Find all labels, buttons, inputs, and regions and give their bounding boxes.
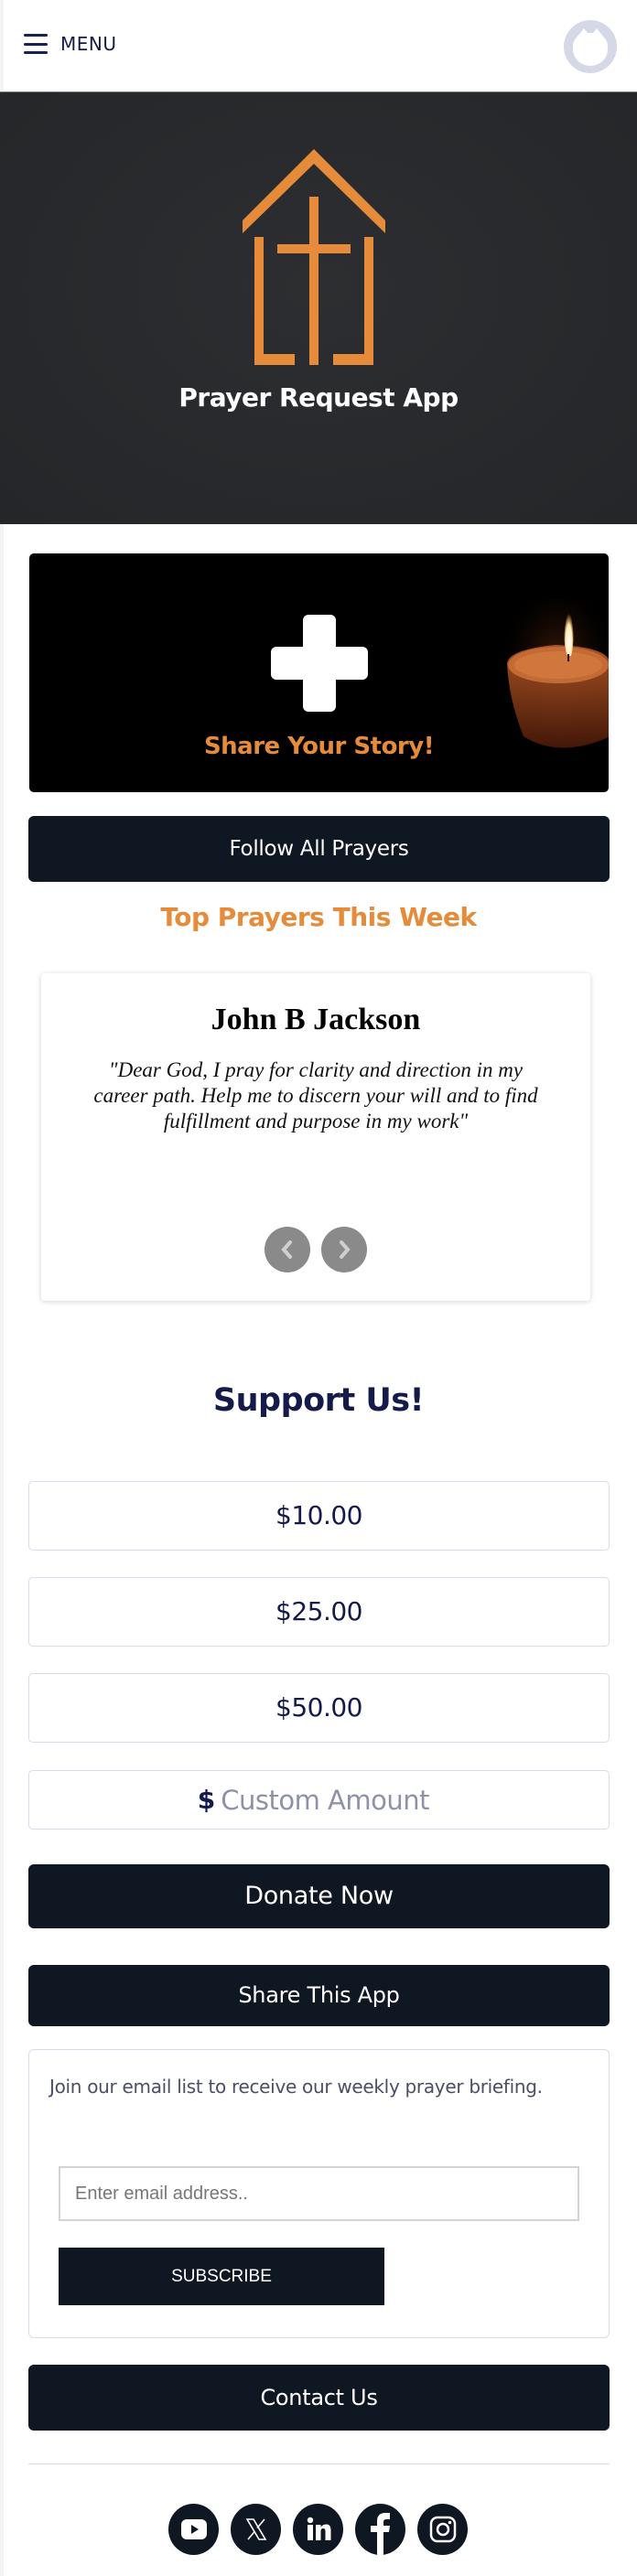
subscribe-button[interactable]: SUBSCRIBE [59,2248,384,2305]
menu-label: MENU [60,33,117,55]
user-avatar-icon[interactable] [564,20,617,73]
menu-button[interactable]: MENU [24,33,117,55]
custom-amount-field[interactable]: $ [28,1770,610,1830]
facebook-icon [371,2513,390,2555]
app-header: MENU [0,0,637,91]
hamburger-icon [24,34,48,54]
top-prayers-heading: Top Prayers This Week [160,902,477,932]
instagram-icon [429,2516,456,2543]
plus-icon [271,615,368,712]
linkedin-icon [307,2517,330,2540]
instagram-link[interactable] [417,2504,468,2555]
prayer-carousel: John B Jackson "Dear God, I pray for cla… [41,973,590,1301]
custom-amount-input[interactable] [221,1784,441,1816]
x-icon [245,2518,266,2540]
chevron-left-icon [281,1240,292,1259]
support-heading: Support Us! [212,1382,425,1419]
follow-all-prayers-button[interactable]: Follow All Prayers [28,816,610,882]
candle-image [505,599,609,755]
youtube-link[interactable] [168,2504,219,2555]
share-your-story-label: Share Your Story! [203,733,435,760]
church-cross-icon [243,149,385,365]
donate-now-button[interactable]: Donate Now [28,1864,610,1928]
share-app-button[interactable]: Share This App [28,1965,610,2026]
carousel-prev-button[interactable] [265,1227,310,1272]
hero-banner: Prayer Request App [0,91,637,524]
youtube-icon [180,2519,207,2539]
newsletter-signup: Join our email list to receive our weekl… [28,2049,610,2338]
amount-option-25[interactable]: $25.00 [28,1577,610,1647]
x-link[interactable] [231,2504,281,2555]
contact-us-button[interactable]: Contact Us [28,2365,610,2431]
newsletter-description: Join our email list to receive our weekl… [49,2076,543,2098]
carousel-controls [265,1227,367,1272]
amount-option-10[interactable]: $10.00 [28,1481,610,1551]
email-input[interactable] [59,2166,579,2221]
chevron-right-icon [340,1240,351,1259]
share-your-story-card[interactable]: Share Your Story! [29,553,609,792]
facebook-link[interactable] [355,2504,405,2555]
linkedin-link[interactable] [293,2504,343,2555]
prayer-text: "Dear God, I pray for clarity and direct… [93,1058,538,1132]
currency-prefix: $ [197,1785,216,1815]
social-links [168,2504,468,2555]
footer-divider [28,2463,610,2464]
app-title: Prayer Request App [178,382,459,413]
carousel-next-button[interactable] [321,1227,367,1272]
prayer-author: John B Jackson [211,1003,421,1036]
amount-option-50[interactable]: $50.00 [28,1673,610,1743]
